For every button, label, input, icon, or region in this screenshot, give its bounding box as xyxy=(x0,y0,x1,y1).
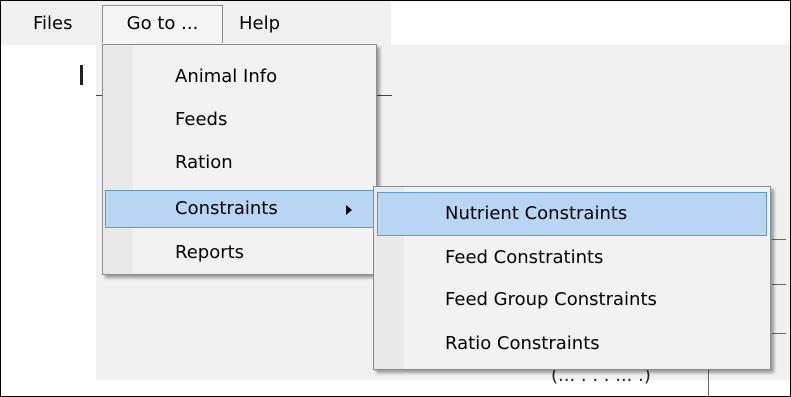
submenu-item-feed-group-constraints[interactable]: Feed Group Constraints xyxy=(377,278,767,322)
menu-item-animal-info[interactable]: Animal Info xyxy=(105,58,374,96)
menu-item-feeds[interactable]: Feeds xyxy=(105,101,374,139)
app-window: (... . . . ... .) Files Go to ... Help A… xyxy=(0,0,791,397)
goto-dropdown: Animal Info Feeds Ration Constraints Rep… xyxy=(102,44,377,275)
menu-files[interactable]: Files xyxy=(25,7,81,41)
submenu-item-ratio-constraints[interactable]: Ratio Constraints xyxy=(377,322,767,366)
submenu-arrow-icon xyxy=(346,205,352,215)
menu-goto[interactable]: Go to ... xyxy=(102,5,223,43)
menu-item-label: Feed Group Constraints xyxy=(445,289,657,310)
left-panel xyxy=(34,45,96,380)
menu-item-label: Animal Info xyxy=(175,66,278,87)
menu-item-label: Reports xyxy=(175,242,245,263)
constraints-submenu: Nutrient Constraints Feed Constratints F… xyxy=(373,186,771,370)
menu-item-label: Ratio Constraints xyxy=(445,333,600,354)
submenu-item-feed-constratints[interactable]: Feed Constratints xyxy=(377,236,767,280)
occluded-label-fragment xyxy=(80,65,83,85)
form-tick xyxy=(772,284,786,285)
menu-item-label: Feeds xyxy=(175,109,228,130)
menu-item-label: Nutrient Constraints xyxy=(445,203,628,224)
menu-item-label: Constraints xyxy=(175,198,278,219)
menu-help[interactable]: Help xyxy=(231,7,288,41)
form-tick xyxy=(772,333,786,334)
menu-item-reports[interactable]: Reports xyxy=(105,234,374,272)
menu-item-ration[interactable]: Ration xyxy=(105,144,374,182)
menu-item-label: Ration xyxy=(175,152,233,173)
menu-bar: Files Go to ... Help xyxy=(1,1,391,45)
menu-item-label: Feed Constratints xyxy=(445,247,604,268)
menu-item-constraints[interactable]: Constraints xyxy=(105,190,374,228)
submenu-item-nutrient-constraints[interactable]: Nutrient Constraints xyxy=(377,192,767,236)
form-tick xyxy=(772,239,786,240)
